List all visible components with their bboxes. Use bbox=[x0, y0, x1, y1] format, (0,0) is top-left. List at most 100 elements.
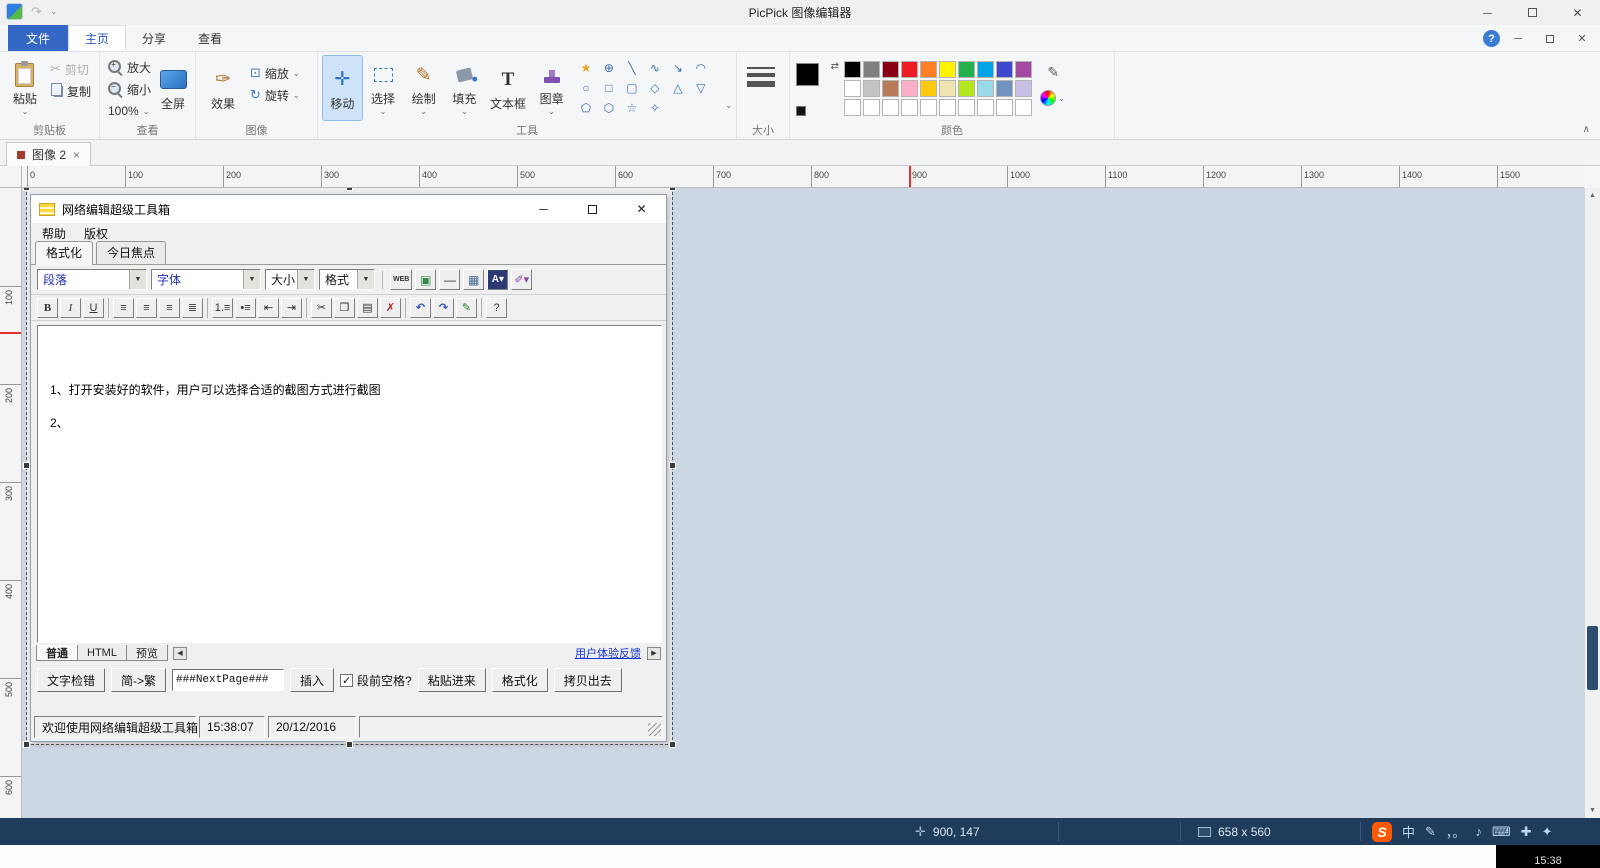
color-swatch[interactable] bbox=[1015, 80, 1032, 97]
redo-button[interactable]: ↷ bbox=[433, 298, 454, 318]
shape-icon[interactable]: ▢ bbox=[622, 79, 642, 96]
child-restore-button[interactable] bbox=[1536, 28, 1564, 50]
color-wheel-dropdown-icon[interactable]: ⌄ bbox=[1058, 94, 1065, 103]
canvas[interactable]: 网络编辑超级工具箱 ─ ✕ 帮助版权 格式化今日焦点 段落 ▼ bbox=[22, 188, 1584, 818]
move-tool-button[interactable]: ✛ 移动 bbox=[322, 55, 363, 121]
ime-mic-icon[interactable]: ♪ bbox=[1475, 822, 1482, 841]
color-wheel-icon[interactable] bbox=[1040, 90, 1056, 106]
shape-icon[interactable]: ⊕ bbox=[599, 59, 619, 76]
tool-window-maximize-button[interactable] bbox=[568, 195, 617, 223]
color-swatch[interactable] bbox=[882, 80, 899, 97]
copy-button[interactable]: 复制 bbox=[46, 81, 95, 101]
child-minimize-button[interactable]: ─ bbox=[1504, 28, 1532, 50]
scroll-left-icon[interactable]: ◀ bbox=[173, 647, 187, 660]
shape-icon[interactable]: ✧ bbox=[645, 99, 665, 116]
color-swatch[interactable] bbox=[863, 99, 880, 116]
color-swatch[interactable] bbox=[958, 80, 975, 97]
close-button[interactable]: ✕ bbox=[1555, 0, 1600, 25]
color-swatch[interactable] bbox=[1015, 99, 1032, 116]
paragraph-combo[interactable]: 段落 ▼ bbox=[37, 269, 147, 290]
fullscreen-button[interactable]: 全屏 bbox=[155, 55, 191, 121]
zoom-in-button[interactable]: + 放大 bbox=[104, 57, 155, 77]
zoom-out-button[interactable]: − 缩小 bbox=[104, 79, 155, 99]
outdent-button[interactable]: ⇤ bbox=[258, 298, 279, 318]
minimize-button[interactable]: ─ bbox=[1465, 0, 1510, 25]
selection-handle-bottom-middle[interactable] bbox=[346, 741, 353, 748]
menu-item[interactable]: 版权 bbox=[75, 225, 117, 242]
mini-color-swatch[interactable] bbox=[796, 106, 806, 116]
resize-button[interactable]: ⊡ 缩放 ⌄ bbox=[246, 63, 304, 83]
child-close-button[interactable]: ✕ bbox=[1568, 28, 1596, 50]
color-swatch[interactable] bbox=[977, 61, 994, 78]
shape-icon[interactable]: ⬠ bbox=[576, 99, 596, 116]
effects-button[interactable]: ✑ 效果 bbox=[200, 55, 246, 121]
selection-handle-bottom-right[interactable] bbox=[669, 741, 676, 748]
color-swatch[interactable] bbox=[996, 80, 1013, 97]
selection-handle-top-middle[interactable] bbox=[346, 188, 353, 191]
shape-icon[interactable]: ★ bbox=[576, 59, 596, 76]
cut-button[interactable]: ✂ 剪切 bbox=[46, 59, 95, 79]
scrollbar-thumb[interactable] bbox=[1587, 626, 1598, 690]
color-swatch[interactable] bbox=[901, 99, 918, 116]
horizontal-rule-button[interactable]: — bbox=[439, 269, 460, 290]
web-insert-button[interactable]: WEB bbox=[390, 269, 412, 290]
copy-out-button[interactable]: 拷贝出去 bbox=[554, 668, 622, 692]
sogou-ime-icon[interactable]: S bbox=[1372, 822, 1392, 842]
combo-dropdown-icon[interactable]: ▼ bbox=[243, 270, 260, 289]
color-swatch[interactable] bbox=[920, 99, 937, 116]
undo-button[interactable]: ↶ bbox=[410, 298, 431, 318]
help-icon[interactable]: ? bbox=[1483, 30, 1500, 47]
foreground-background-swatch[interactable]: ⇄ bbox=[796, 63, 836, 103]
color-swatch[interactable] bbox=[901, 61, 918, 78]
tool-window-close-button[interactable]: ✕ bbox=[617, 195, 666, 223]
view-mode-tab[interactable]: 预览 bbox=[126, 645, 168, 661]
underline-button[interactable]: U bbox=[83, 298, 104, 318]
copy-button[interactable]: ❐ bbox=[334, 298, 355, 318]
color-swatch[interactable] bbox=[1015, 61, 1032, 78]
ime-keyboard-icon[interactable]: ⌨ bbox=[1492, 822, 1511, 841]
italic-button[interactable]: I bbox=[60, 298, 81, 318]
editor-text-area[interactable]: 1、打开安装好的软件，用户可以选择合适的截图方式进行截图 2、 bbox=[37, 325, 662, 643]
maximize-button[interactable] bbox=[1510, 0, 1555, 25]
align-right-button[interactable]: ≡ bbox=[159, 298, 180, 318]
font-color-button[interactable]: A▾ bbox=[487, 269, 508, 290]
swap-colors-icon[interactable]: ⇄ bbox=[831, 61, 839, 72]
simplified-to-traditional-button[interactable]: 简->繁 bbox=[111, 668, 166, 692]
color-swatch[interactable] bbox=[996, 61, 1013, 78]
check-text-button[interactable]: 文字检错 bbox=[37, 668, 105, 692]
line-width-icon[interactable] bbox=[747, 67, 775, 87]
font-combo[interactable]: 字体 ▼ bbox=[151, 269, 261, 290]
tab-share[interactable]: 分享 bbox=[126, 25, 182, 51]
format-button[interactable]: 格式化 bbox=[492, 668, 548, 692]
color-swatch[interactable] bbox=[977, 80, 994, 97]
view-mode-tab[interactable]: HTML bbox=[77, 645, 127, 661]
shape-icon[interactable]: △ bbox=[668, 79, 688, 96]
feedback-link[interactable]: 用户体验反馈 bbox=[575, 645, 641, 661]
color-swatch[interactable] bbox=[844, 99, 861, 116]
font-size-combo[interactable]: 大小 ▼ bbox=[265, 269, 315, 290]
document-tab-close-icon[interactable]: × bbox=[73, 148, 80, 162]
draw-tool-button[interactable]: ✎ 绘制 ⌄ bbox=[403, 55, 444, 121]
vertical-scrollbar[interactable]: ▲ ▼ bbox=[1584, 188, 1600, 818]
shapes-more-icon[interactable]: ⌄ bbox=[725, 101, 732, 110]
shape-icon[interactable]: ↘ bbox=[668, 59, 688, 76]
bold-button[interactable]: B bbox=[37, 298, 58, 318]
delete-button[interactable]: ✗ bbox=[380, 298, 401, 318]
collapse-ribbon-icon[interactable]: ∧ bbox=[1583, 124, 1590, 135]
ime-pen-icon[interactable]: ✎ bbox=[1425, 822, 1436, 841]
eyedropper-icon[interactable]: ✐ bbox=[1044, 66, 1061, 78]
resize-grip-icon[interactable] bbox=[648, 723, 661, 736]
scroll-right-icon[interactable]: ▶ bbox=[647, 647, 661, 660]
align-center-button[interactable]: ≡ bbox=[136, 298, 157, 318]
color-swatch[interactable] bbox=[958, 61, 975, 78]
scrollbar-down-icon[interactable]: ▼ bbox=[1585, 803, 1600, 818]
cut-button[interactable]: ✂ bbox=[311, 298, 332, 318]
color-swatch[interactable] bbox=[882, 61, 899, 78]
paste-in-button[interactable]: 粘贴进来 bbox=[418, 668, 486, 692]
tool-window-minimize-button[interactable]: ─ bbox=[519, 195, 568, 223]
shape-icon[interactable]: □ bbox=[599, 79, 619, 96]
rotate-button[interactable]: ↻ 旋转 ⌄ bbox=[246, 85, 304, 105]
document-tab[interactable]: 图像 2 × bbox=[6, 142, 91, 166]
tool-window-tab[interactable]: 今日焦点 bbox=[96, 241, 166, 264]
captured-image[interactable]: 网络编辑超级工具箱 ─ ✕ 帮助版权 格式化今日焦点 段落 ▼ bbox=[27, 188, 672, 744]
